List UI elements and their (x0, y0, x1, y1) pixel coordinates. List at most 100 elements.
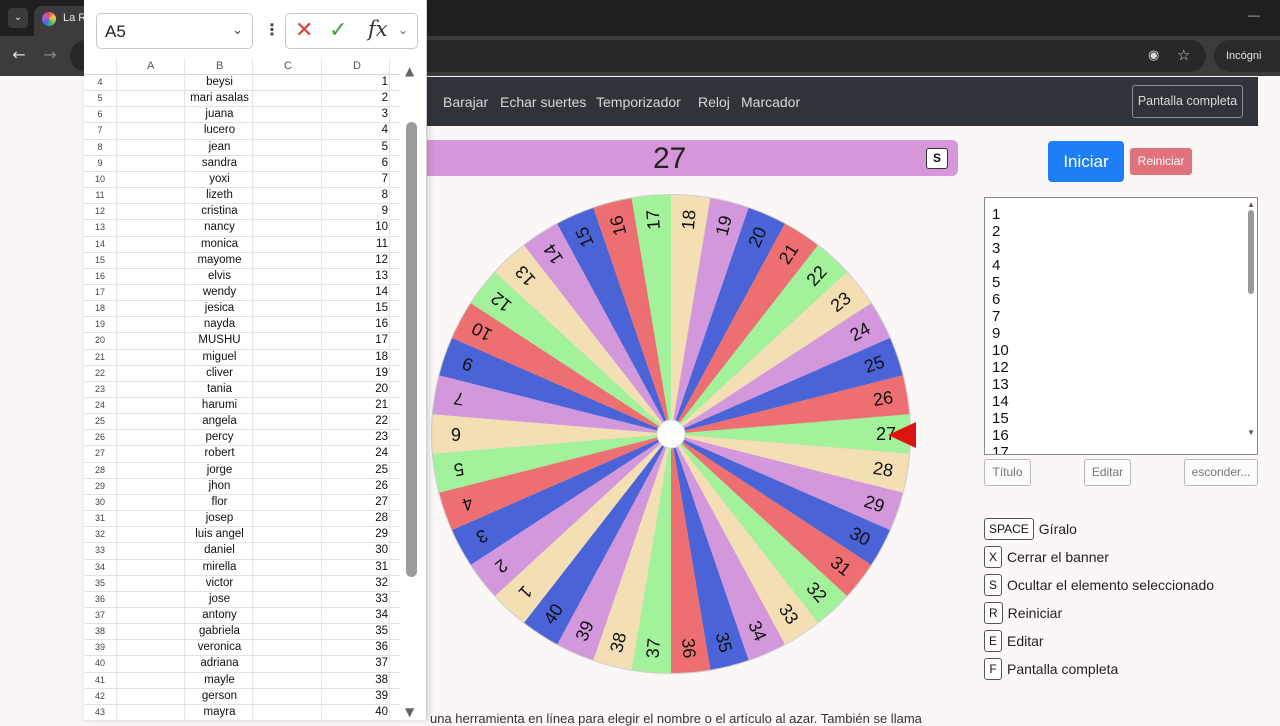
table-row[interactable]: 37 antony 34 (84, 608, 400, 625)
number-cell[interactable]: 25 (322, 464, 388, 476)
number-cell[interactable]: 33 (322, 593, 388, 605)
nav-item-echar-suertes[interactable]: Echar suertes (500, 94, 586, 110)
column-header-b[interactable]: B (216, 60, 223, 72)
entries-textarea[interactable]: 1 2 3 4 5 6 7 9 10 12 13 14 15 16 17 ▲ ▼ (984, 197, 1258, 455)
nav-item-temporizador[interactable]: Temporizador (596, 94, 681, 110)
name-cell[interactable]: elvis (117, 270, 322, 282)
tab-search-chevron-down-icon[interactable]: ⌄ (8, 8, 28, 28)
number-cell[interactable]: 5 (322, 141, 388, 153)
fullscreen-button[interactable]: Pantalla completa (1132, 85, 1243, 118)
name-cell[interactable]: beysi (117, 76, 322, 88)
name-cell[interactable]: monica (117, 238, 322, 250)
name-cell[interactable]: josep (117, 512, 322, 524)
reset-button[interactable]: Reiniciar (1130, 148, 1192, 175)
number-cell[interactable]: 35 (322, 625, 388, 637)
number-cell[interactable]: 6 (322, 157, 388, 169)
number-cell[interactable]: 22 (322, 415, 388, 427)
table-row[interactable]: 6 juana 3 (84, 107, 400, 124)
number-cell[interactable]: 4 (322, 124, 388, 136)
row-number[interactable]: 40 (84, 658, 116, 668)
row-number[interactable]: 32 (84, 529, 116, 539)
table-row[interactable]: 14 monica 11 (84, 237, 400, 253)
row-number[interactable]: 8 (84, 142, 116, 152)
name-cell[interactable]: mayome (117, 254, 322, 266)
number-cell[interactable]: 19 (322, 367, 388, 379)
table-row[interactable]: 16 elvis 13 (84, 269, 400, 285)
name-cell[interactable]: lucero (117, 124, 322, 136)
number-cell[interactable]: 34 (322, 609, 388, 621)
table-row[interactable]: 9 sandra 6 (84, 156, 400, 172)
number-cell[interactable]: 9 (322, 205, 388, 217)
name-cell[interactable]: mirella (117, 561, 322, 573)
number-cell[interactable]: 28 (322, 512, 388, 524)
row-number[interactable]: 10 (84, 174, 116, 184)
number-cell[interactable]: 24 (322, 447, 388, 459)
table-row[interactable]: 20 MUSHU 17 (84, 333, 400, 350)
row-number[interactable]: 4 (84, 77, 116, 87)
name-cell[interactable]: robert (117, 447, 322, 459)
confirm-check-icon[interactable]: ✓ (329, 18, 347, 43)
number-cell[interactable]: 11 (322, 238, 388, 250)
row-number[interactable]: 27 (84, 448, 116, 458)
number-cell[interactable]: 31 (322, 561, 388, 573)
spinning-wheel[interactable]: 123456791012131415 16 17 18 19 20212223242526… (430, 193, 912, 675)
number-cell[interactable]: 10 (322, 221, 388, 233)
table-row[interactable]: 39 veronica 36 (84, 640, 400, 657)
name-cell[interactable]: angela (117, 415, 322, 427)
name-cell[interactable]: harumi (117, 399, 322, 411)
table-row[interactable]: 18 jesica 15 (84, 301, 400, 318)
table-row[interactable]: 31 josep 28 (84, 511, 400, 528)
incognito-badge[interactable]: Incógni (1214, 40, 1280, 72)
row-number[interactable]: 15 (84, 255, 116, 265)
name-cell[interactable]: gabriela (117, 625, 322, 637)
row-number[interactable]: 20 (84, 335, 116, 345)
name-box[interactable]: A5 ⌄ (96, 13, 253, 49)
table-row[interactable]: 30 flor 27 (84, 495, 400, 512)
name-cell[interactable]: percy (117, 431, 322, 443)
back-arrow-icon[interactable]: ← (9, 45, 29, 65)
name-cell[interactable]: gerson (117, 690, 322, 702)
chevron-down-icon[interactable]: ⌄ (398, 23, 408, 37)
column-header-d[interactable]: D (353, 60, 361, 72)
name-cell[interactable]: daniel (117, 544, 322, 556)
table-row[interactable]: 24 harumi 21 (84, 398, 400, 415)
name-cell[interactable]: flor (117, 496, 322, 508)
table-row[interactable]: 41 mayle 38 (84, 673, 400, 689)
number-cell[interactable]: 38 (322, 674, 388, 686)
table-row[interactable]: 19 nayda 16 (84, 317, 400, 334)
sheet-scrollbar[interactable] (406, 122, 417, 577)
row-number[interactable]: 7 (84, 125, 116, 135)
row-number[interactable]: 25 (84, 416, 116, 426)
row-number[interactable]: 12 (84, 206, 116, 216)
row-number[interactable]: 5 (84, 93, 116, 103)
table-row[interactable]: 12 cristina 9 (84, 204, 400, 221)
table-row[interactable]: 28 jorge 25 (84, 463, 400, 479)
number-cell[interactable]: 18 (322, 351, 388, 363)
row-number[interactable]: 41 (84, 675, 116, 685)
number-cell[interactable]: 40 (322, 706, 388, 718)
nav-item-barajar[interactable]: Barajar (443, 94, 488, 110)
column-header-a[interactable]: A (147, 60, 154, 72)
row-number[interactable]: 13 (84, 222, 116, 232)
start-button[interactable]: Iniciar (1048, 141, 1124, 182)
row-number[interactable]: 38 (84, 626, 116, 636)
name-cell[interactable]: MUSHU (117, 334, 322, 346)
name-cell[interactable]: tania (117, 383, 322, 395)
table-row[interactable]: 32 luis angel 29 (84, 527, 400, 544)
row-number[interactable]: 16 (84, 271, 116, 281)
name-cell[interactable]: victor (117, 577, 322, 589)
number-cell[interactable]: 15 (322, 302, 388, 314)
name-cell[interactable]: juana (117, 108, 322, 120)
row-number[interactable]: 33 (84, 545, 116, 555)
row-number[interactable]: 6 (84, 109, 116, 119)
forward-arrow-icon[interactable]: → (40, 45, 60, 65)
table-row[interactable]: 26 percy 23 (84, 430, 400, 447)
table-row[interactable]: 8 jean 5 (84, 140, 400, 156)
name-cell[interactable]: jhon (117, 480, 322, 492)
title-button[interactable]: Título (984, 459, 1031, 486)
edit-button[interactable]: Editar (1084, 459, 1131, 486)
cancel-x-icon[interactable]: ✕ (295, 18, 313, 43)
wheel-hub[interactable] (656, 419, 686, 449)
number-cell[interactable]: 2 (322, 92, 388, 104)
row-number[interactable]: 35 (84, 578, 116, 588)
